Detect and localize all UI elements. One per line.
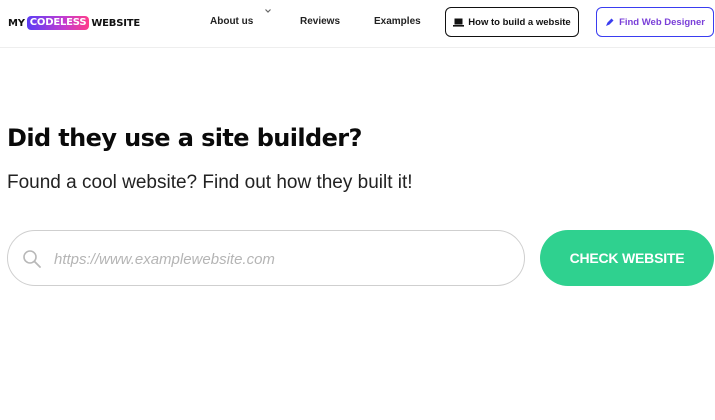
logo-text-left: MY: [8, 17, 25, 29]
nav-reviews[interactable]: Reviews: [300, 16, 340, 27]
nav-examples[interactable]: Examples: [374, 16, 421, 27]
page-subheadline: Found a cool website? Find out how they …: [7, 172, 413, 193]
search-box[interactable]: [7, 230, 525, 286]
paintbrush-icon: [606, 18, 614, 26]
find-web-designer-label: Find Web Designer: [619, 16, 705, 28]
chevron-down-icon[interactable]: [264, 7, 272, 15]
logo-text-middle: CODELESS: [26, 16, 90, 30]
site-logo[interactable]: MY CODELESS WEBSITE: [8, 14, 140, 32]
logo-text-right: WEBSITE: [91, 17, 140, 29]
how-to-build-button[interactable]: How to build a website: [445, 7, 579, 37]
find-web-designer-button[interactable]: Find Web Designer: [596, 7, 714, 37]
search-icon: [23, 250, 41, 268]
laptop-icon: [453, 18, 465, 27]
site-header: MY CODELESS WEBSITE About us Reviews Exa…: [0, 0, 715, 48]
website-url-input[interactable]: [54, 241, 504, 277]
how-to-build-label: How to build a website: [468, 16, 571, 28]
nav-about-us[interactable]: About us: [210, 16, 253, 27]
page-headline: Did they use a site builder?: [7, 124, 362, 152]
check-website-button[interactable]: CHECK WEBSITE: [540, 230, 714, 286]
